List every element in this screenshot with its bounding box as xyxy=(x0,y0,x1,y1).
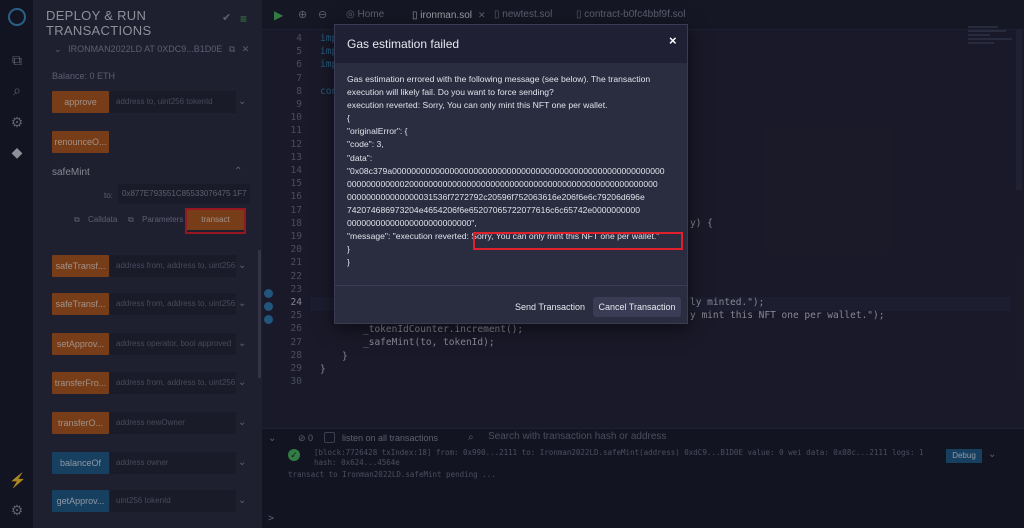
message-line: 742074686973204e4654206f6e65207065722077… xyxy=(347,204,640,215)
send-transaction-button[interactable]: Send Transaction xyxy=(509,297,591,317)
message-line: "0x08c379a000000000000000000000000000000… xyxy=(347,165,665,176)
dialog-divider xyxy=(335,285,687,286)
message-line: 0000000000002000000000000000000000000000… xyxy=(347,178,658,189)
dialog-header: Gas estimation failed × xyxy=(335,25,687,63)
close-icon[interactable]: × xyxy=(669,33,677,48)
message-line: execution will likely fail. Do you want … xyxy=(347,87,554,98)
highlight-error-box xyxy=(473,232,683,250)
message-line: { xyxy=(347,113,350,124)
dialog-title: Gas estimation failed xyxy=(347,37,460,51)
message-line: "data": xyxy=(347,152,373,163)
message-line: } xyxy=(347,257,350,268)
message-line: 000000000000000031536f7272792c20596f7520… xyxy=(347,191,645,202)
message-line: "originalError": { xyxy=(347,126,408,137)
gas-estimation-dialog: Gas estimation failed × Gas estimation e… xyxy=(334,24,688,324)
message-line: Gas estimation errored with the followin… xyxy=(347,74,651,84)
message-line: execution reverted: Sorry, You can only … xyxy=(347,100,608,111)
message-line: 00000000000000000000000000", xyxy=(347,218,477,229)
cancel-transaction-button[interactable]: Cancel Transaction xyxy=(593,297,681,317)
message-line: "code": 3, xyxy=(347,139,384,150)
